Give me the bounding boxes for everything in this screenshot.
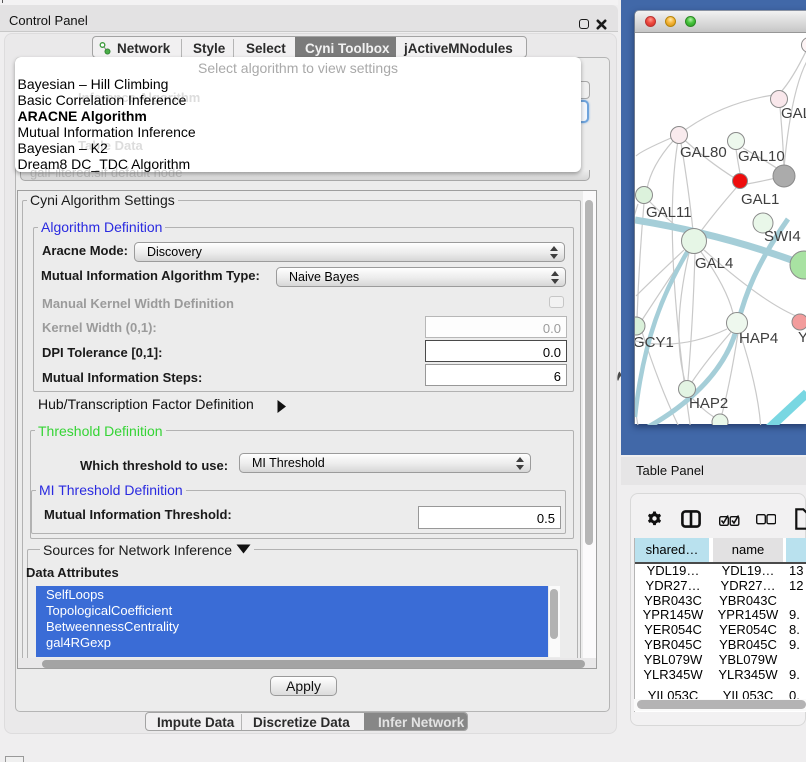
svg-text:GAL4: GAL4 <box>695 255 733 272</box>
svg-text:GAL11: GAL11 <box>646 204 692 221</box>
svg-text:GAL10: GAL10 <box>738 148 785 165</box>
svg-text:GCY1: GCY1 <box>635 334 674 351</box>
svg-text:GAL: GAL <box>781 105 806 122</box>
svg-text:HAP2: HAP2 <box>689 395 728 412</box>
svg-text:GAL80: GAL80 <box>680 144 727 161</box>
svg-text:Y: Y <box>798 329 806 346</box>
svg-text:HAP4: HAP4 <box>739 330 778 347</box>
svg-text:SWI4: SWI4 <box>764 228 801 245</box>
svg-text:GAL1: GAL1 <box>741 191 779 208</box>
